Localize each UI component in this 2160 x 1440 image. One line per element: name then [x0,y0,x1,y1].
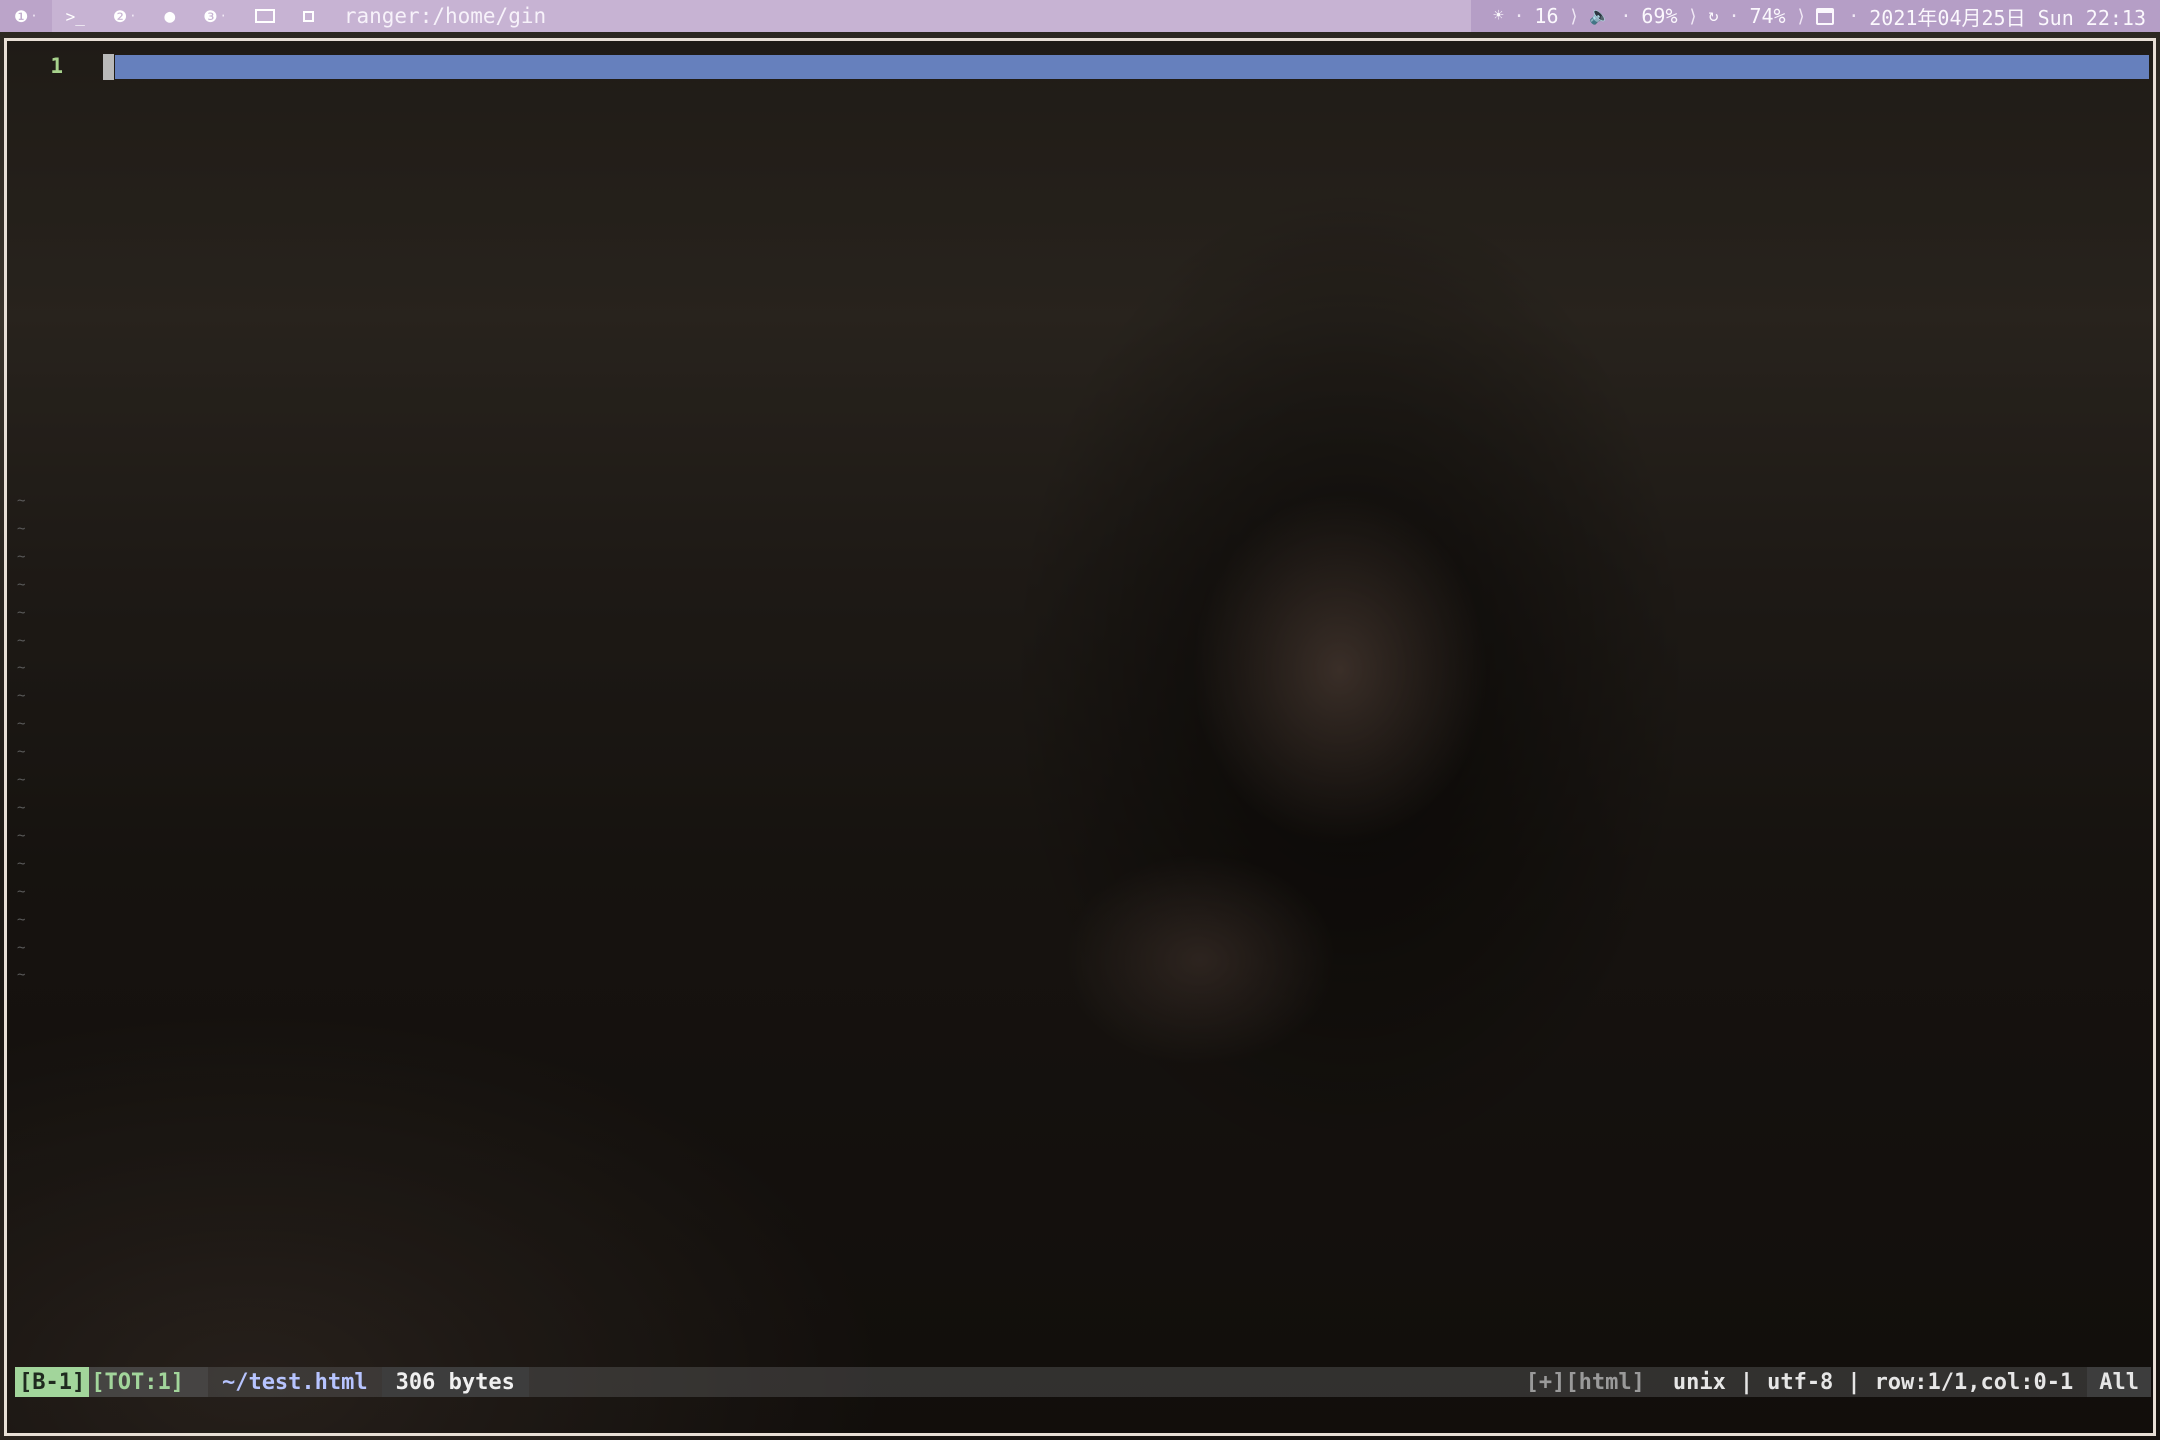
monitor-icon [254,9,275,23]
volume-icon[interactable]: 🔈 [1589,6,1610,26]
divider: | [1739,1369,1754,1395]
brightness-value: 16 [1534,4,1559,28]
empty-line-markers: ~ ~ ~ ~ ~ ~ ~ ~ ~ ~ ~ ~ ~ ~ ~ ~ ~ ~ [17,493,26,984]
window-title: ranger:/home/gin [328,0,1471,32]
layout-icon [302,10,314,22]
layout-button[interactable] [289,0,328,32]
monitor-workspace-button[interactable] [241,0,289,32]
top-status-bar: ❶ · >_ ❷ · ● ❸ · ranger:/home/gin ☀ · 16 ⟩ … [0,0,2160,32]
buffer-indicator: [B-1] [15,1367,90,1397]
workspace-3-button[interactable]: ❸ · [189,0,241,32]
workspace-2-icon: ❷ [112,6,128,26]
terminal-icon: >_ [65,6,85,26]
brightness-icon: ☀ [1493,6,1504,26]
vim-statusline: [B-1] [TOT:1] ~/test.html 306 bytes [+][… [15,1367,2151,1397]
scroll-position: All [2087,1367,2151,1397]
file-encoding: utf-8 [1767,1369,1834,1395]
calendar-icon [1816,7,1835,25]
file-format: unix [1672,1369,1726,1395]
browser-workspace-button[interactable]: ● [150,0,189,32]
terminal-window[interactable]: 1 ~ ~ ~ ~ ~ ~ ~ ~ ~ ~ ~ ~ ~ ~ ~ ~ ~ ~ [B… [4,38,2156,1436]
buffer-total: [TOT:1] [89,1367,208,1397]
cursor-position: row:1/1,col:0-1 [1874,1369,2074,1395]
workspace-3-icon: ❸ [203,6,218,26]
datetime: 2021年04月25日 Sun 22:13 [1869,5,2146,30]
workspace-1-icon: ❶ [14,6,29,26]
line-number: 1 [50,54,63,78]
battery-value: 74% [1749,4,1786,28]
workspace-list: ❶ · >_ ❷ · ● ❸ · [0,0,328,32]
terminal-workspace-button[interactable]: >_ [52,0,99,32]
window-title-text: ranger:/home/gin [343,4,547,28]
battery-icon: ↻ [1708,6,1719,26]
volume-value: 69% [1641,4,1678,28]
chevron-right-icon: ⟩ [1568,5,1580,27]
chevron-right-icon: ⟩ [1687,5,1699,27]
text-cursor [103,54,114,80]
file-size: 306 bytes [381,1367,529,1397]
editor-line-1[interactable]: 1 [7,51,2153,81]
chevron-right-icon: ⟩ [1795,5,1807,27]
workspace-2-button[interactable]: ❷ · [99,0,151,32]
workspace-1-button[interactable]: ❶ · [0,0,52,32]
divider: | [1847,1369,1861,1395]
file-name: ~/test.html [221,1369,368,1395]
system-status: ☀ · 16 ⟩ 🔈 · 69% ⟩ ↻ · 74% ⟩ · 2021年04月2… [1471,0,2160,32]
globe-icon: ● [164,5,176,27]
file-type: [+][html] [1525,1369,1645,1395]
cursor-line-highlight [115,55,2149,79]
